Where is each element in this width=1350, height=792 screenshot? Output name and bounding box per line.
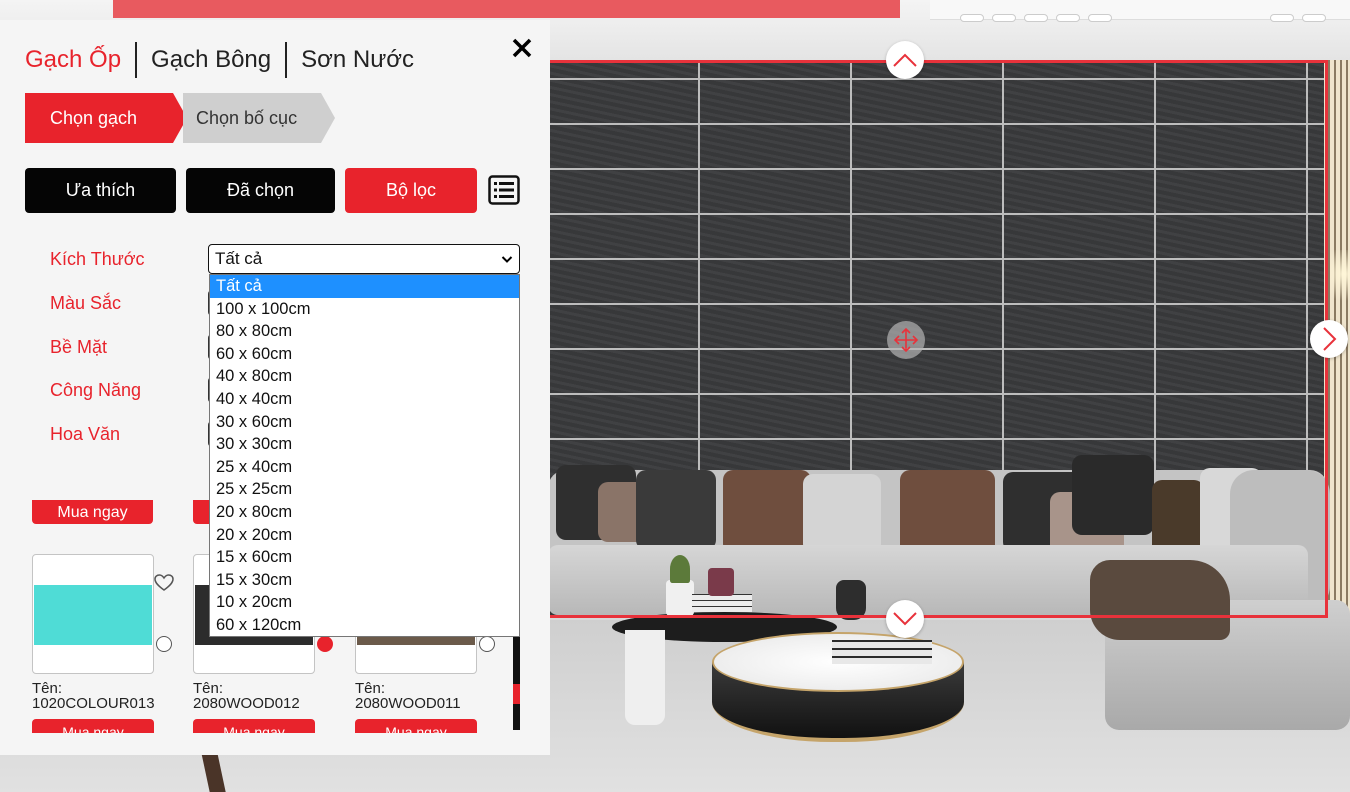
chevron-down-icon: [501, 256, 513, 263]
product-card[interactable]: [32, 554, 154, 674]
product-code: 2080WOOD011: [355, 695, 461, 712]
list-view-button[interactable]: [488, 175, 520, 205]
book-stack: [692, 594, 752, 612]
tab-patterned-tiles[interactable]: Gạch Bông: [137, 42, 285, 78]
chevron-right-icon: [1323, 327, 1337, 351]
wall-down-button[interactable]: [886, 600, 924, 638]
pillow: [723, 470, 811, 554]
heart-icon: [154, 574, 174, 591]
candle: [708, 568, 734, 596]
buy-now-button[interactable]: Mua ngay: [355, 719, 477, 733]
product-swatch: [34, 585, 152, 645]
close-icon: [512, 38, 532, 58]
ceiling-red-fixture: [113, 0, 900, 18]
size-select[interactable]: Tất cả: [208, 244, 520, 274]
size-option[interactable]: 20 x 20cm: [210, 524, 519, 547]
step-choose-layout[interactable]: Chọn bố cục: [183, 93, 335, 143]
ceiling-lights: [960, 14, 1112, 22]
step-choose-tile[interactable]: Chọn gạch: [25, 93, 187, 143]
select-radio[interactable]: [156, 636, 172, 652]
product-code: 2080WOOD012: [193, 695, 300, 712]
blanket: [1090, 560, 1230, 640]
filter-button[interactable]: Bộ lọc: [345, 168, 477, 213]
ceiling-lights-right: [1270, 14, 1326, 22]
pillow: [900, 470, 995, 555]
filter-pattern-label: Hoa Văn: [50, 424, 121, 444]
close-panel-button[interactable]: [509, 35, 535, 61]
wall-move-handle[interactable]: [887, 321, 925, 359]
plant-pot: [666, 580, 694, 616]
wall-next-button[interactable]: [1310, 320, 1348, 358]
tab-paint[interactable]: Sơn Nước: [287, 42, 428, 78]
wall-up-button[interactable]: [886, 41, 924, 79]
list-icon: [488, 175, 520, 205]
filter-color-label: Màu Sắc: [50, 293, 122, 313]
pillow: [636, 470, 716, 550]
size-option[interactable]: 60 x 120cm: [210, 614, 519, 637]
buy-now-button[interactable]: Mua ngay: [32, 500, 153, 524]
buy-now-button[interactable]: Mua ngay: [32, 719, 154, 733]
selected-button[interactable]: Đã chọn: [186, 168, 335, 213]
filter-function-label: Công Năng: [50, 380, 142, 400]
product-name-label: Tên:: [355, 680, 386, 697]
select-radio[interactable]: [479, 636, 495, 652]
tab-wall-tiles[interactable]: Gạch Ốp: [25, 42, 135, 78]
app-root: Gạch Ốp Gạch Bông Sơn Nước Chọn gạch Chọ…: [0, 0, 1350, 792]
select-radio[interactable]: [317, 636, 333, 652]
product-name-label: Tên:: [193, 680, 224, 697]
chevron-down-icon: [893, 612, 917, 626]
tile-picker-panel: Gạch Ốp Gạch Bông Sơn Nước Chọn gạch Chọ…: [0, 20, 550, 755]
coffee-table-books: [832, 640, 932, 664]
chevron-up-icon: [893, 53, 917, 67]
filter-size-label: Kích Thước: [50, 249, 145, 269]
product-code: 1020COLOUR013: [32, 695, 155, 712]
size-option[interactable]: 25 x 25cm: [210, 478, 519, 501]
size-option[interactable]: 20 x 80cm: [210, 501, 519, 524]
pillow: [1072, 455, 1154, 535]
size-option[interactable]: 80 x 80cm: [210, 320, 519, 343]
size-option[interactable]: Tất cả: [210, 275, 519, 298]
size-option[interactable]: 30 x 30cm: [210, 433, 519, 456]
favorites-button[interactable]: Ưa thích: [25, 168, 176, 213]
size-dropdown-list: Tất cả 100 x 100cm 80 x 80cm 60 x 60cm 40 x …: [209, 274, 520, 637]
pillow: [803, 474, 881, 554]
size-option[interactable]: 40 x 40cm: [210, 388, 519, 411]
plant-leaves: [670, 555, 690, 583]
size-option[interactable]: 60 x 60cm: [210, 343, 519, 366]
size-option[interactable]: 15 x 30cm: [210, 569, 519, 592]
buy-now-button[interactable]: Mua ngay: [193, 719, 315, 733]
size-option[interactable]: 30 x 60cm: [210, 411, 519, 434]
size-option[interactable]: 25 x 40cm: [210, 456, 519, 479]
move-icon: [893, 327, 919, 353]
ceiling-light-strip: [930, 0, 1350, 22]
category-tabs: Gạch Ốp Gạch Bông Sơn Nước: [25, 42, 428, 78]
favorite-toggle[interactable]: [154, 574, 174, 592]
vase: [836, 580, 866, 620]
filter-surface-label: Bề Mặt: [50, 337, 108, 357]
size-option[interactable]: 40 x 80cm: [210, 365, 519, 388]
size-select-value: Tất cả: [215, 249, 263, 268]
side-table-leg: [625, 630, 665, 725]
size-option[interactable]: 10 x 20cm: [210, 591, 519, 614]
size-option[interactable]: 15 x 60cm: [210, 546, 519, 569]
product-name-label: Tên:: [32, 680, 63, 697]
size-option[interactable]: 100 x 100cm: [210, 298, 519, 321]
wall-lamp: [1330, 250, 1350, 310]
